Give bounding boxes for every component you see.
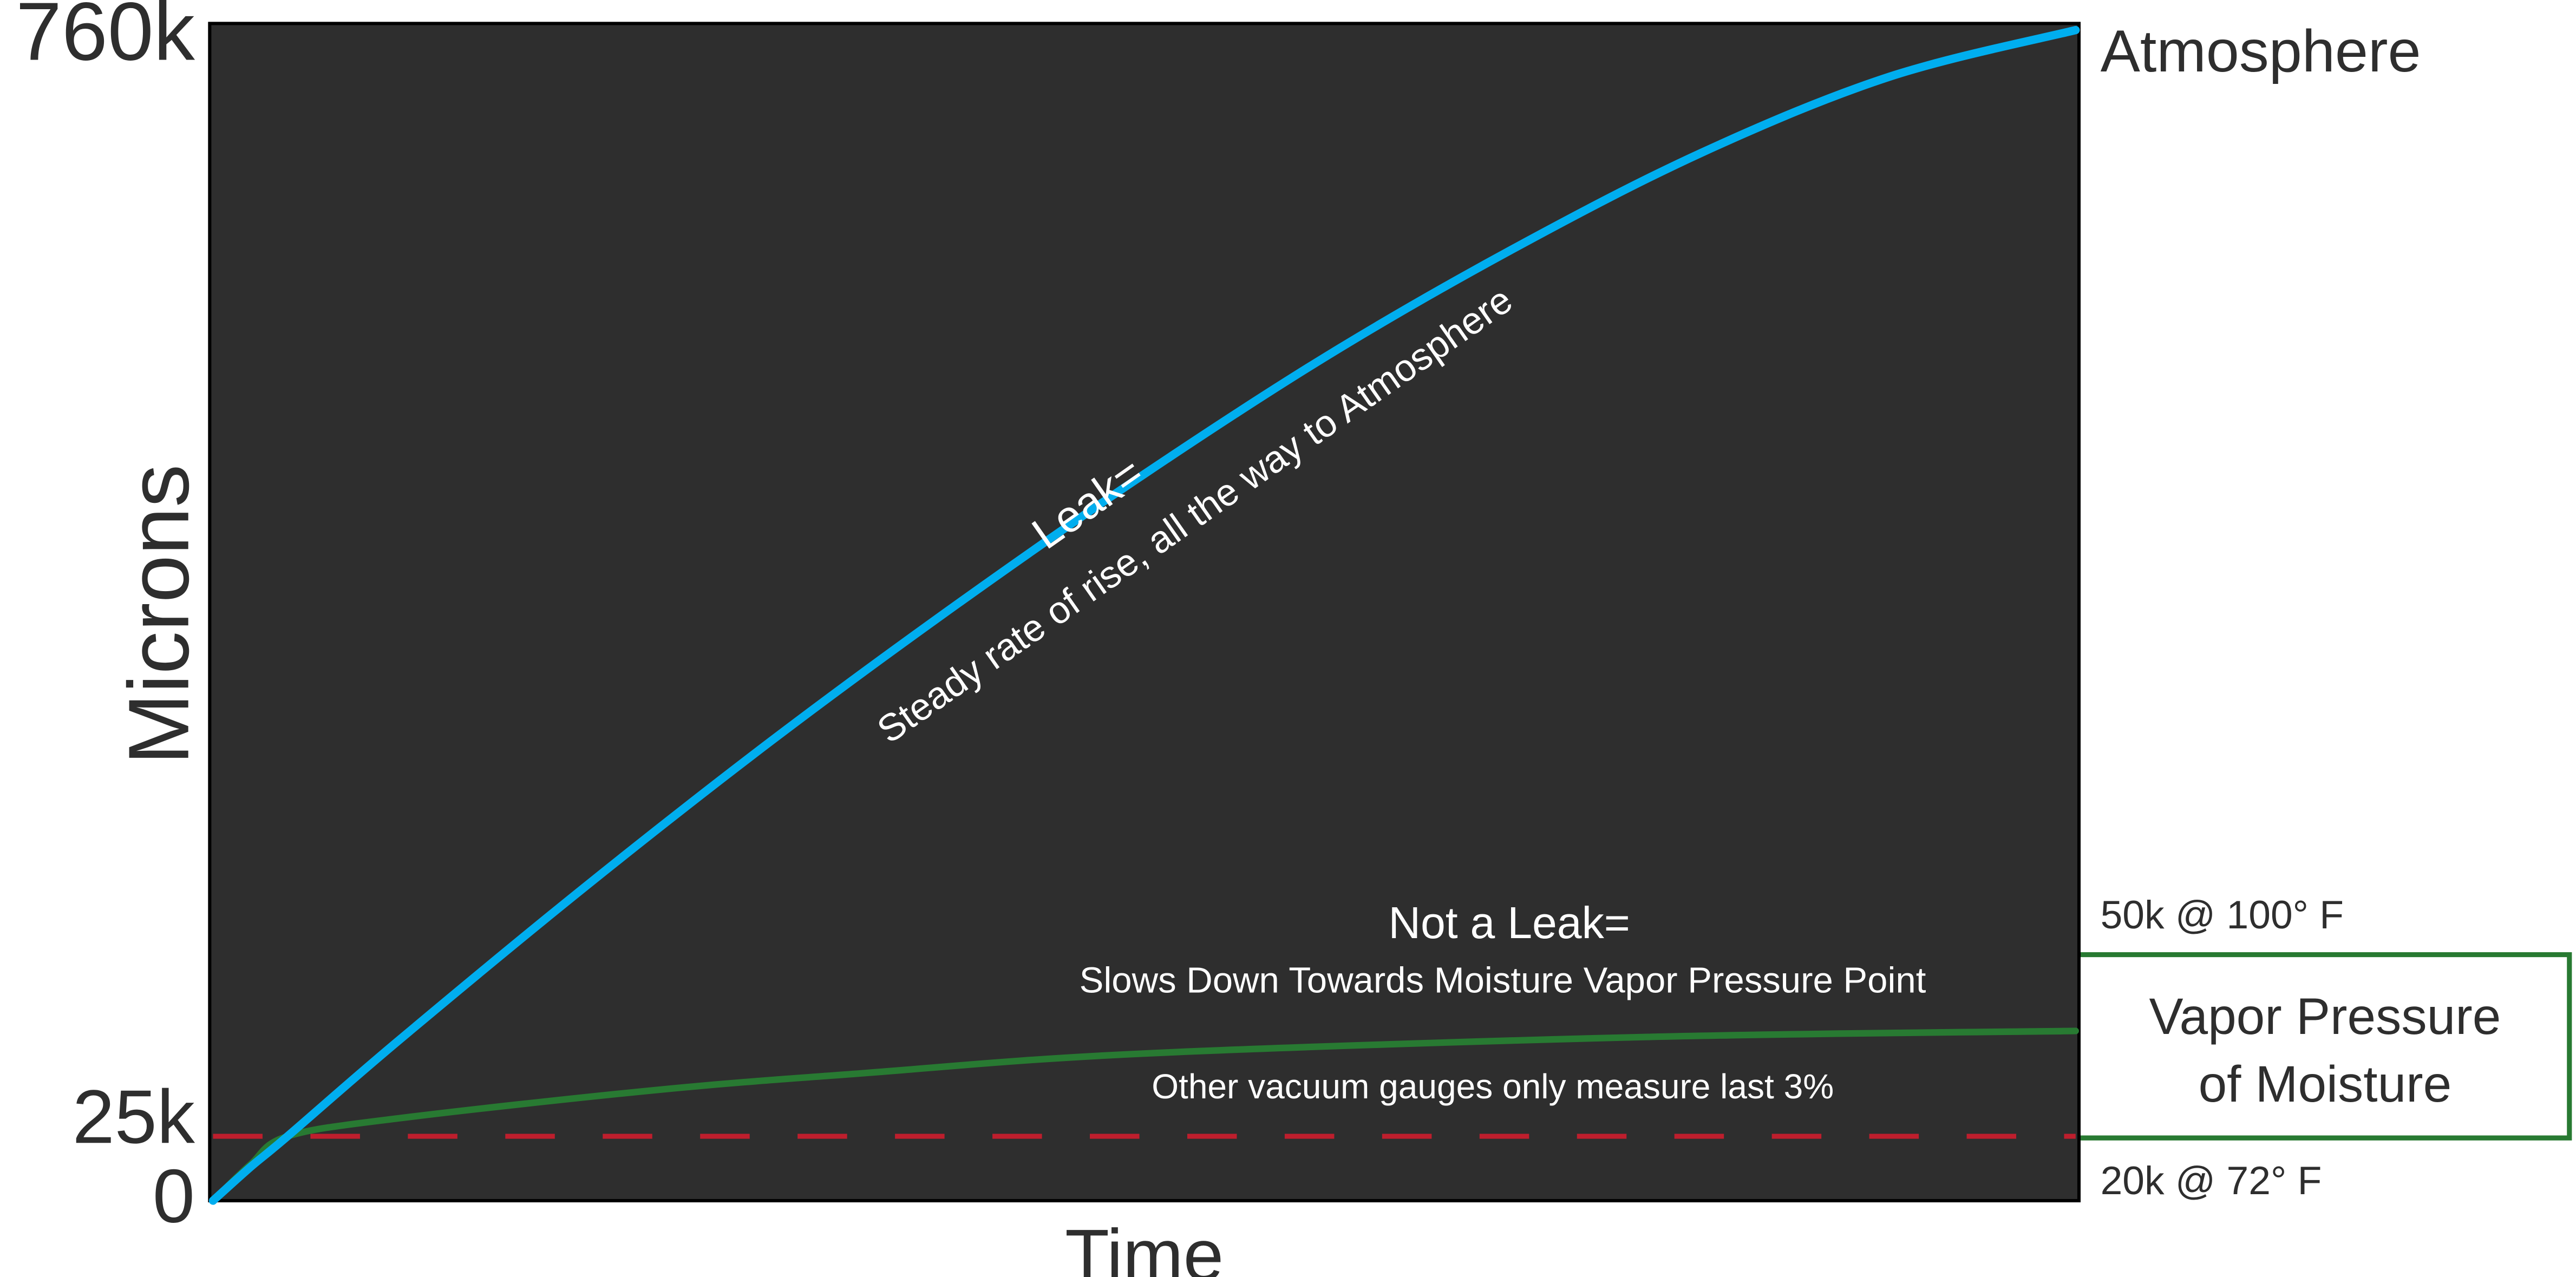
y-tick-label-25k: 25k [73, 1074, 195, 1159]
plot-area [208, 22, 2081, 1203]
y-axis-label: Microns [110, 464, 207, 765]
y-tick-label-760k: 760k [16, 0, 195, 77]
atmosphere-label: Atmosphere [2101, 18, 2421, 84]
x-axis-label: Time [1065, 1215, 1224, 1277]
vapor-pressure-high-label: 50k @ 100° F [2101, 893, 2344, 937]
not-leak-annotation-title: Not a Leak= [1389, 898, 1630, 948]
not-leak-annotation-text: Slows Down Towards Moisture Vapor Pressu… [1080, 960, 1926, 1001]
gauges-annotation-text: Other vacuum gauges only measure last 3% [1152, 1067, 1834, 1106]
y-tick-label-0: 0 [153, 1154, 195, 1239]
vapor-pressure-low-label: 20k @ 72° F [2101, 1158, 2322, 1203]
vapor-pressure-box-line-1: Vapor Pressure [2149, 988, 2501, 1045]
vapor-pressure-box-line-2: of Moisture [2199, 1056, 2452, 1113]
chart: 760k 25k 0 Microns Time Atmosphere 50k @… [16, 0, 2572, 1277]
